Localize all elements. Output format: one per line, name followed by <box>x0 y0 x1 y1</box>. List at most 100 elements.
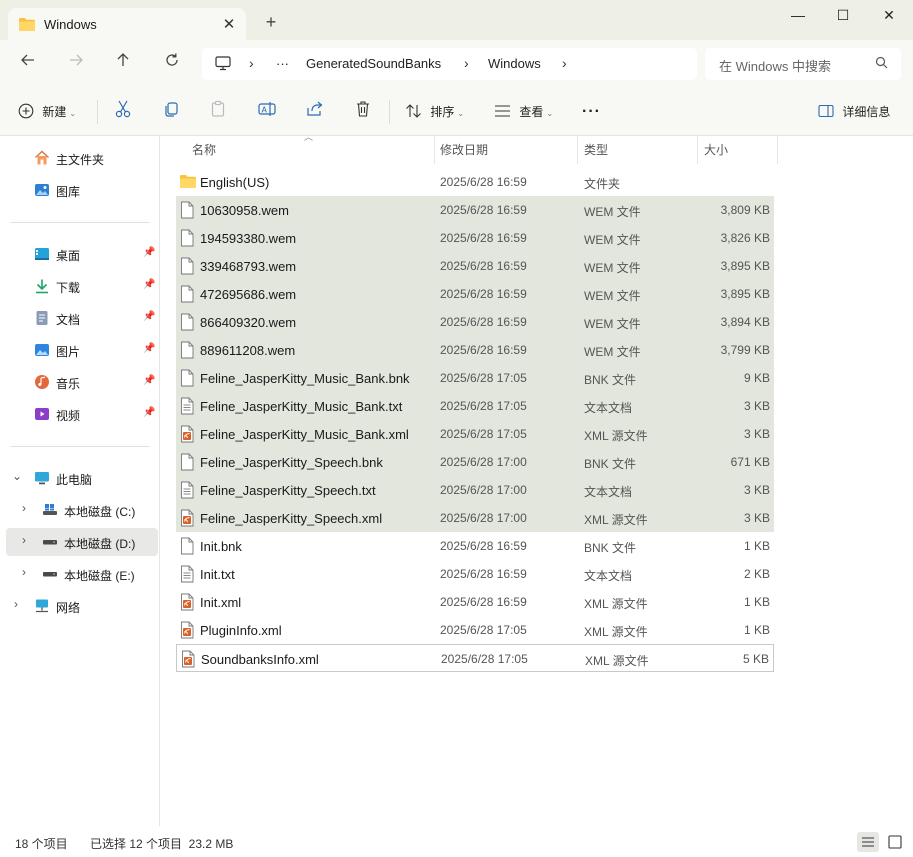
column-divider[interactable] <box>697 136 698 164</box>
chevron-down-icon[interactable]: ⌄ <box>12 469 22 483</box>
computer-icon <box>34 470 50 486</box>
details-label: 详细信息 <box>842 105 891 119</box>
copy-button[interactable] <box>163 100 179 124</box>
file-row[interactable]: Init.bnk 2025/6/28 16:59 BNK 文件 1 KB <box>176 532 774 560</box>
sort-label: 排序 <box>430 105 455 119</box>
file-name: Feline_JasperKitty_Speech.xml <box>200 511 383 526</box>
more-options-button[interactable]: ··· <box>582 100 601 124</box>
file-row[interactable]: Init.xml 2025/6/28 16:59 XML 源文件 1 KB <box>176 588 774 616</box>
pin-icon[interactable]: 📌 <box>143 311 155 322</box>
file-row[interactable]: Feline_JasperKitty_Music_Bank.txt 2025/6/… <box>176 392 774 420</box>
pin-icon[interactable]: 📌 <box>143 407 155 418</box>
tab-windows[interactable]: Windows ✕ <box>8 8 246 40</box>
pin-icon[interactable]: 📌 <box>143 375 155 386</box>
xml-file-icon <box>180 509 194 527</box>
chevron-right-icon[interactable]: › <box>14 597 18 611</box>
column-header-type[interactable]: 类型 <box>584 136 608 164</box>
file-date: 2025/6/28 17:00 <box>440 511 527 525</box>
pin-icon[interactable]: 📌 <box>143 279 155 290</box>
chevron-right-icon[interactable]: › <box>22 501 26 515</box>
pin-icon[interactable]: 📌 <box>143 343 155 354</box>
file-row[interactable]: 889611208.wem 2025/6/28 16:59 WEM 文件 3,799 … <box>176 336 774 364</box>
details-button[interactable]: 详细信息 <box>818 100 890 124</box>
column-header-name[interactable]: 名称 <box>192 136 216 164</box>
refresh-icon <box>166 53 178 66</box>
file-name: PluginInfo.xml <box>200 623 282 638</box>
breadcrumb-generatedsoundbanks[interactable]: GeneratedSoundBanks <box>306 56 441 71</box>
file-type: WEM 文件 <box>584 289 641 303</box>
tiles-view-button[interactable] <box>884 832 906 852</box>
address-bar[interactable]: › ··· GeneratedSoundBanks › Windows › <box>202 48 697 80</box>
file-row[interactable]: SoundbanksInfo.xml 2025/6/28 17:05 XML 源文件… <box>176 644 774 672</box>
column-divider[interactable] <box>777 136 778 164</box>
sidebar-item-drive-e[interactable]: › 本地磁盘 (E:) <box>0 560 160 588</box>
rename-button[interactable]: A <box>258 100 276 124</box>
file-row[interactable]: 339468793.wem 2025/6/28 16:59 WEM 文件 3,895 … <box>176 252 774 280</box>
file-row[interactable]: Feline_JasperKitty_Speech.bnk 2025/6/28 1… <box>176 448 774 476</box>
sidebar-item-pictures[interactable]: 图片 📌 <box>0 336 160 364</box>
details-view-button[interactable] <box>857 832 879 852</box>
sidebar-item-this-pc[interactable]: ⌄ 此电脑 <box>0 464 160 492</box>
close-window-button[interactable]: ✕ <box>866 0 912 32</box>
document-icon <box>34 310 50 326</box>
sidebar-item-music[interactable]: 音乐 📌 <box>0 368 160 396</box>
file-name: 339468793.wem <box>200 259 297 274</box>
back-button[interactable] <box>15 52 41 76</box>
file-name: Init.xml <box>200 595 242 610</box>
file-row[interactable]: 10630958.wem 2025/6/28 16:59 WEM 文件 3,809 K… <box>176 196 774 224</box>
cut-button[interactable] <box>115 100 131 124</box>
chevron-right-icon[interactable]: › <box>22 565 26 579</box>
file-row[interactable]: Feline_JasperKitty_Music_Bank.bnk 2025/6/… <box>176 364 774 392</box>
sidebar-item-drive-d[interactable]: › 本地磁盘 (D:) <box>6 528 158 556</box>
file-date: 2025/6/28 16:59 <box>440 343 527 357</box>
new-button[interactable]: 新建 ⌄ <box>18 100 76 124</box>
file-row[interactable]: 194593380.wem 2025/6/28 16:59 WEM 文件 3,826 … <box>176 224 774 252</box>
column-header-size[interactable]: 大小 <box>704 136 728 164</box>
breadcrumb-chevron[interactable]: › <box>562 55 567 71</box>
sidebar-item-label: 下载 <box>56 281 81 295</box>
delete-button[interactable] <box>355 100 371 124</box>
file-row[interactable]: PluginInfo.xml 2025/6/28 17:05 XML 源文件 1 KB <box>176 616 774 644</box>
refresh-button[interactable] <box>159 52 185 76</box>
sidebar-item-documents[interactable]: 文档 📌 <box>0 304 160 332</box>
arrow-up-icon <box>117 53 129 66</box>
sidebar-item-drive-c[interactable]: › 本地磁盘 (C:) <box>0 496 160 524</box>
up-button[interactable] <box>110 52 136 76</box>
breadcrumb-more[interactable]: ··· <box>276 56 289 71</box>
search-input[interactable]: 在 Windows 中搜索 <box>719 56 831 75</box>
breadcrumb-chevron[interactable]: › <box>249 55 254 71</box>
new-tab-button[interactable]: + <box>262 12 280 33</box>
paste-button[interactable] <box>210 100 226 124</box>
share-button[interactable] <box>306 100 324 124</box>
pin-icon[interactable]: 📌 <box>143 247 155 258</box>
forward-button[interactable] <box>63 52 89 76</box>
column-header-date[interactable]: 修改日期 <box>440 136 488 164</box>
sidebar-item-gallery[interactable]: 图库 <box>0 176 160 204</box>
minimize-button[interactable]: — <box>775 0 821 32</box>
breadcrumb-windows[interactable]: Windows <box>488 56 541 71</box>
file-type: 文本文档 <box>584 485 633 499</box>
search-box[interactable]: 在 Windows 中搜索 <box>705 48 901 80</box>
file-row[interactable]: Feline_JasperKitty_Speech.txt 2025/6/28 1… <box>176 476 774 504</box>
sidebar-item-videos[interactable]: 视频 📌 <box>0 400 160 428</box>
column-divider[interactable] <box>577 136 578 164</box>
file-row[interactable]: Init.txt 2025/6/28 16:59 文本文档 2 KB <box>176 560 774 588</box>
breadcrumb-chevron[interactable]: › <box>464 55 469 71</box>
file-list: 名称 ︿ 修改日期 类型 大小 English(US) 2025/6/28 16:… <box>161 132 913 826</box>
column-divider[interactable] <box>434 136 435 164</box>
chevron-right-icon[interactable]: › <box>22 533 26 547</box>
view-button[interactable]: 查看 ⌄ <box>494 100 553 124</box>
file-row[interactable]: 472695686.wem 2025/6/28 16:59 WEM 文件 3,895 … <box>176 280 774 308</box>
file-row[interactable]: Feline_JasperKitty_Music_Bank.xml 2025/6/… <box>176 420 774 448</box>
close-tab-icon[interactable]: ✕ <box>220 15 238 33</box>
sidebar-item-desktop[interactable]: 桌面 📌 <box>0 240 160 268</box>
maximize-button[interactable]: ☐ <box>820 0 866 32</box>
sidebar-item-downloads[interactable]: 下载 📌 <box>0 272 160 300</box>
sidebar-item-network[interactable]: › 网络 <box>0 592 160 620</box>
sort-button[interactable]: 排序 ⌄ <box>405 100 464 124</box>
arrow-left-icon <box>21 54 34 66</box>
folder-row[interactable]: English(US) 2025/6/28 16:59 文件夹 <box>176 168 774 196</box>
file-row[interactable]: Feline_JasperKitty_Speech.xml 2025/6/28 1… <box>176 504 774 532</box>
file-row[interactable]: 866409320.wem 2025/6/28 16:59 WEM 文件 3,894 … <box>176 308 774 336</box>
sidebar-item-home[interactable]: 主文件夹 <box>0 144 160 172</box>
